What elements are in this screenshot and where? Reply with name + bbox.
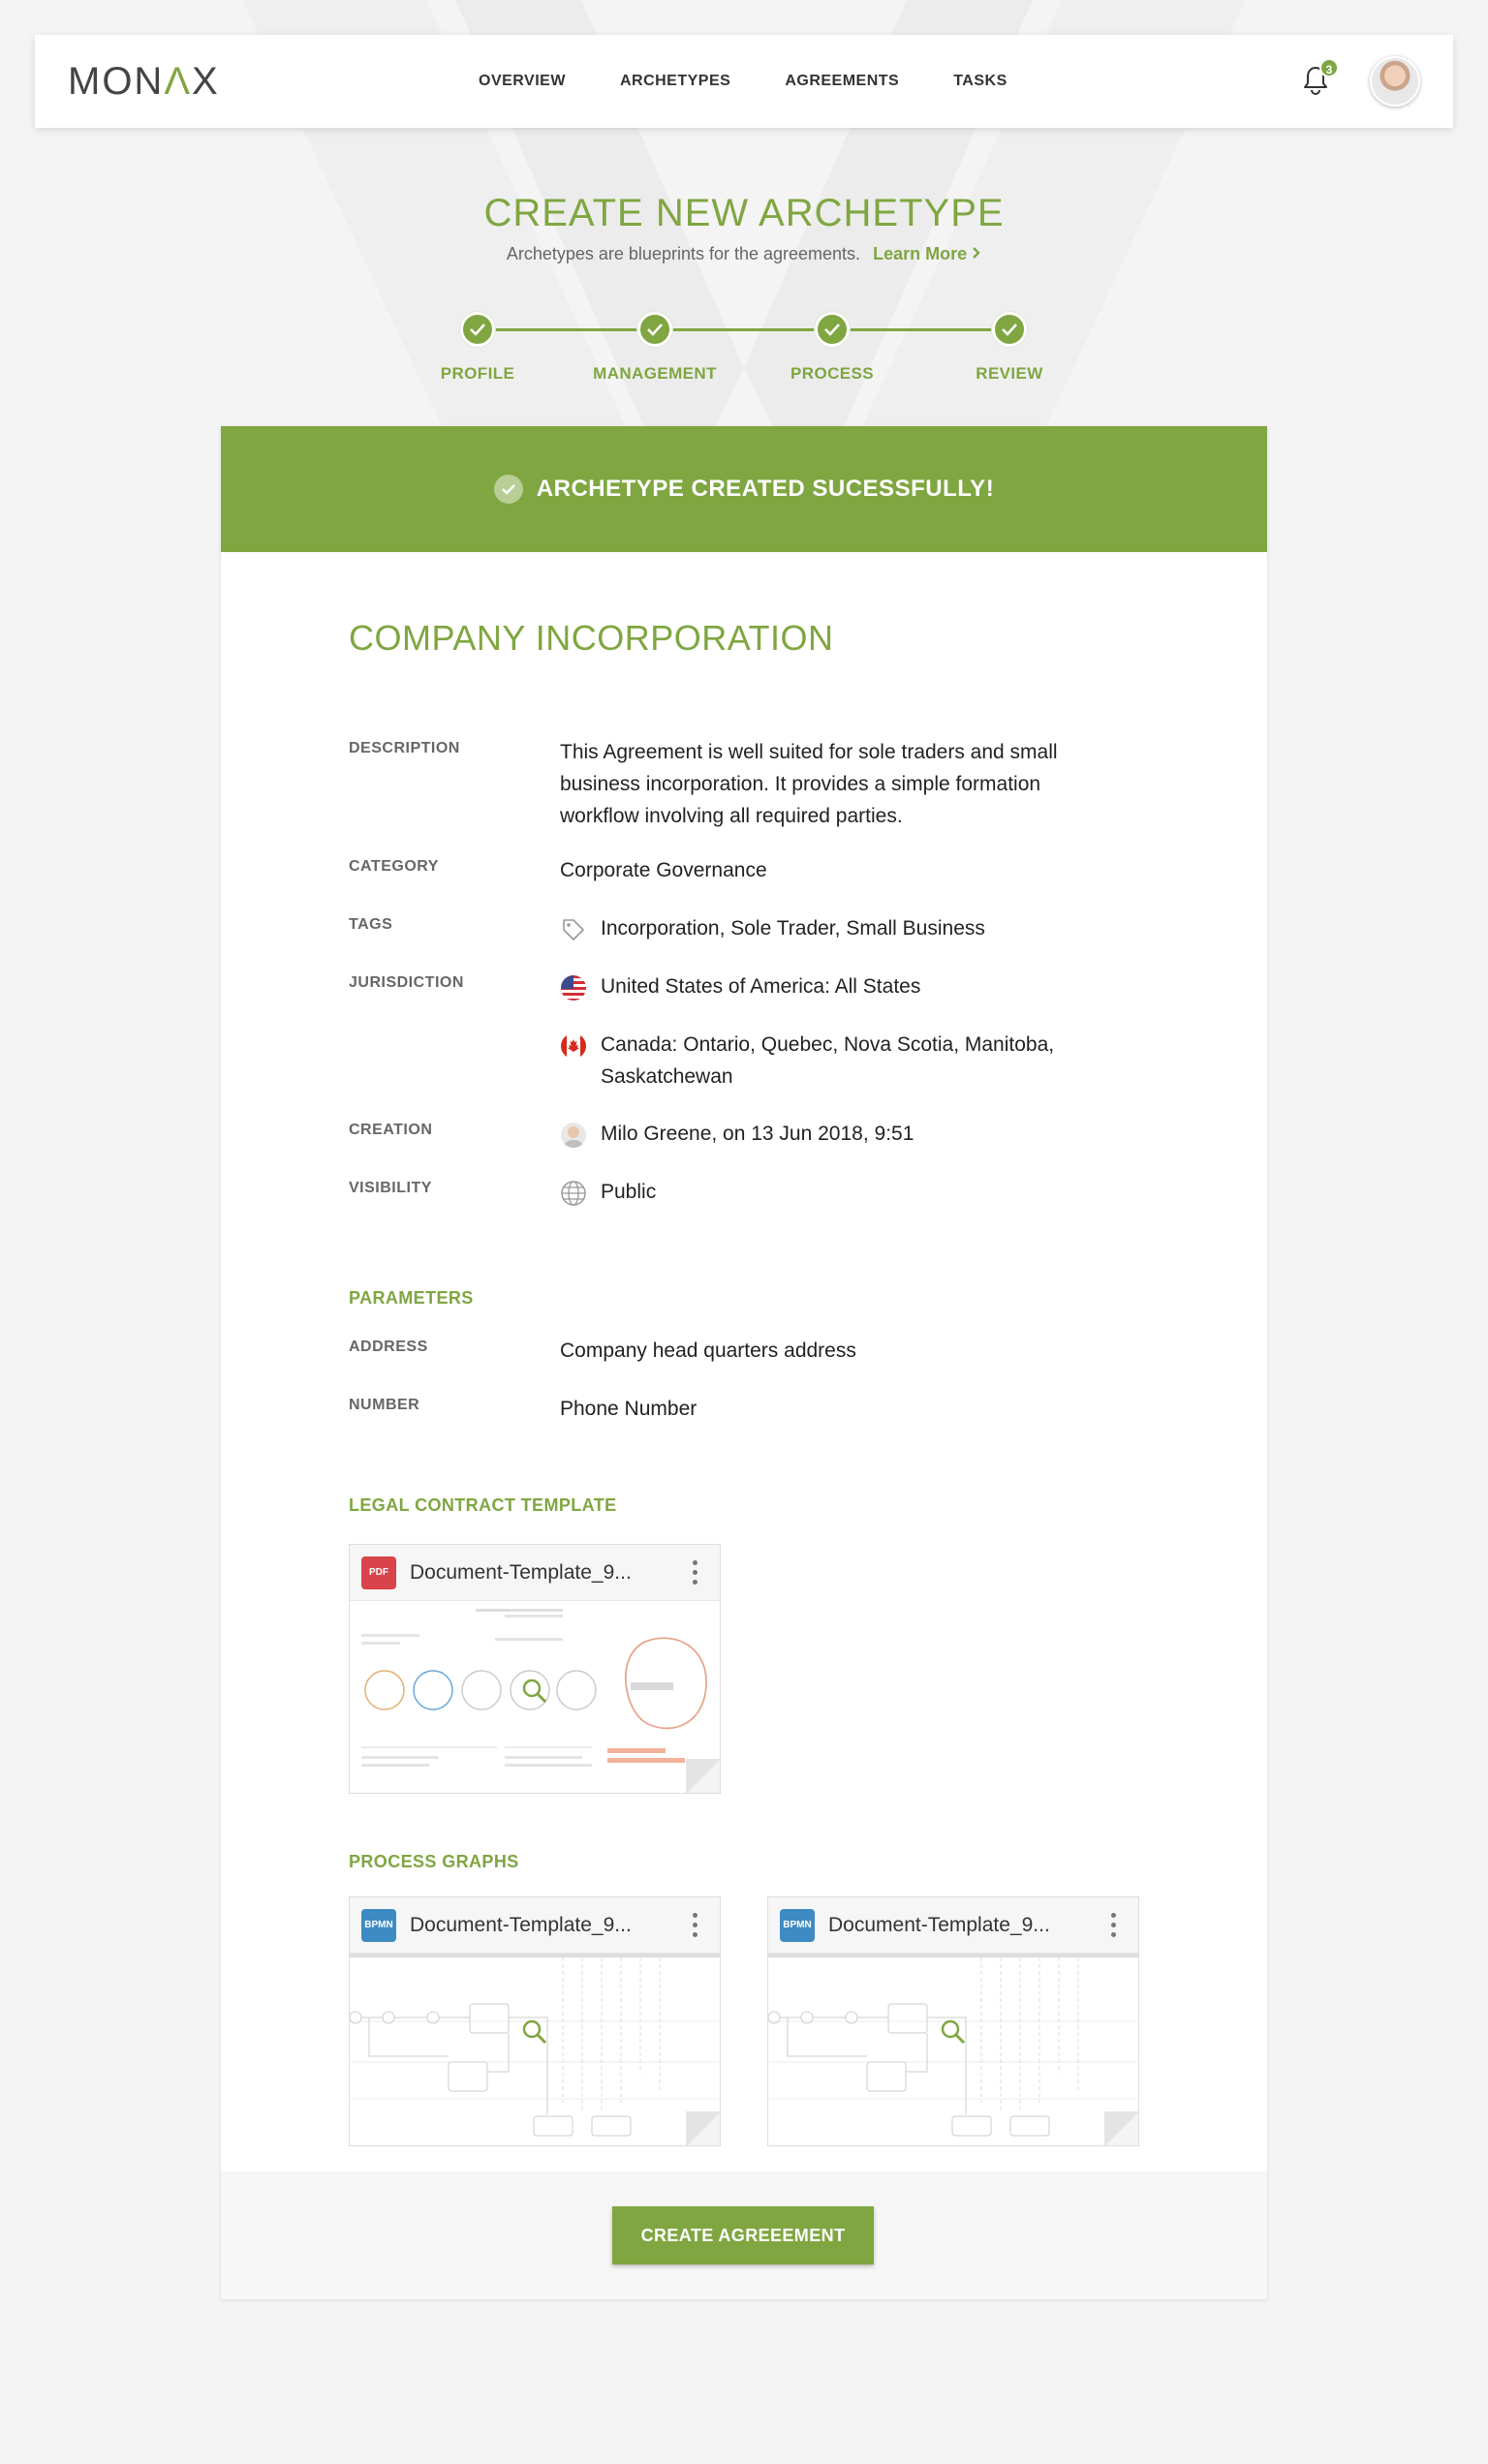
step-profile[interactable]: PROFILE [400, 312, 555, 384]
bpmn-file-icon: BPMN [361, 1908, 396, 1942]
more-options-icon[interactable] [691, 1913, 698, 1940]
page-fold [686, 1759, 720, 1793]
more-options-icon[interactable] [691, 1560, 698, 1587]
process-graphs-heading: PROCESS GRAPHS [349, 1852, 519, 1871]
check-icon [815, 312, 850, 347]
user-avatar[interactable] [1370, 56, 1420, 107]
learn-more-link[interactable]: Learn More [873, 244, 981, 263]
page-subtitle: Archetypes are blueprints for the agreem… [0, 244, 1488, 264]
field-label: ADDRESS [349, 1339, 428, 1355]
field-label: VISIBILITY [349, 1180, 432, 1196]
learn-more-label: Learn More [873, 244, 968, 263]
pdf-preview-thumbnail [361, 1609, 707, 1767]
jurisdiction-row-2: Canada: Ontario, Quebec, Nova Scotia, Ma… [349, 1029, 1143, 1096]
archetype-title: COMPANY INCORPORATION [349, 618, 834, 658]
more-options-icon[interactable] [1109, 1913, 1117, 1940]
process-graph-file-card[interactable]: BPMN Document-Template_9... [767, 1896, 1139, 2146]
tags-value: Incorporation, Sole Trader, Small Busine… [601, 917, 985, 939]
process-graph-file-card[interactable]: BPMN Document-Template_9... [349, 1896, 721, 2146]
check-circle-icon [493, 475, 523, 504]
card-footer: CREATE AGREEEMENT [221, 2171, 1267, 2299]
description-value: This Agreement is well suited for sole t… [560, 741, 1058, 827]
field-label: JURISDICTION [349, 974, 464, 991]
parameters-heading: PARAMETERS [349, 1288, 474, 1308]
file-name: Document-Template_9... [410, 1913, 632, 1936]
bpmn-preview-thumbnail [350, 1954, 720, 2137]
jurisdiction-us-value: United States of America: All States [601, 975, 921, 998]
step-review[interactable]: REVIEW [932, 312, 1087, 384]
subtitle-text: Archetypes are blueprints for the agreem… [506, 244, 861, 263]
page-fold [686, 2111, 720, 2145]
page-title: CREATE NEW ARCHETYPE [483, 192, 1005, 234]
monax-logo[interactable]: MONΛX [68, 60, 220, 104]
step-label: REVIEW [976, 364, 1043, 383]
description-row: DESCRIPTION This Agreement is well suite… [349, 736, 1143, 833]
nav-archetypes[interactable]: ARCHETYPES [620, 73, 730, 90]
number-value: Phone Number [560, 1398, 698, 1420]
bpmn-file-icon: BPMN [780, 1908, 815, 1942]
field-label: DESCRIPTION [349, 740, 460, 756]
top-navigation-bar: MONΛX OVERVIEW ARCHETYPES AGREEMENTS TAS… [35, 35, 1453, 128]
visibility-value: Public [601, 1181, 657, 1203]
jurisdiction-ca-value: Canada: Ontario, Quebec, Nova Scotia, Ma… [601, 1033, 1055, 1088]
step-label: PROFILE [440, 364, 515, 383]
field-label: CREATION [349, 1122, 433, 1138]
file-header: BPMN Document-Template_9... [350, 1897, 720, 1954]
field-label: NUMBER [349, 1397, 420, 1413]
check-icon [992, 312, 1027, 347]
address-value: Company head quarters address [560, 1340, 856, 1362]
bpmn-preview-thumbnail [768, 1954, 1138, 2137]
check-icon [460, 312, 495, 347]
success-banner: ARCHETYPE CREATED SUCESSFULLY! [221, 426, 1267, 552]
check-icon [637, 312, 672, 347]
success-message: ARCHETYPE CREATED SUCESSFULLY! [536, 476, 995, 502]
main-nav: OVERVIEW ARCHETYPES AGREEMENTS TASKS [479, 35, 1062, 128]
step-management[interactable]: MANAGEMENT [577, 312, 732, 384]
file-header: BPMN Document-Template_9... [768, 1897, 1138, 1954]
field-label: CATEGORY [349, 858, 439, 875]
field-label: TAGS [349, 916, 393, 933]
page-fold [1104, 2111, 1138, 2145]
legal-template-heading: LEGAL CONTRACT TEMPLATE [349, 1495, 617, 1515]
nav-tasks[interactable]: TASKS [953, 73, 1008, 90]
create-agreement-button[interactable]: CREATE AGREEEMENT [612, 2206, 874, 2264]
step-process[interactable]: PROCESS [755, 312, 910, 384]
wizard-stepper: PROFILE MANAGEMENT PROCESS REVIEW [0, 312, 1488, 389]
archetype-summary-card: ARCHETYPE CREATED SUCESSFULLY! COMPANY I… [221, 426, 1267, 2299]
legal-template-file-card[interactable]: PDF Document-Template_9... [349, 1544, 721, 1794]
notification-count-badge: 3 [1319, 58, 1339, 77]
chevron-right-icon [973, 247, 980, 259]
step-label: MANAGEMENT [593, 364, 717, 383]
file-name: Document-Template_9... [828, 1913, 1050, 1936]
notifications-button[interactable]: 3 [1300, 58, 1339, 99]
file-name: Document-Template_9... [410, 1560, 632, 1584]
category-value: Corporate Governance [560, 859, 767, 881]
file-header: PDF Document-Template_9... [350, 1545, 720, 1601]
pdf-file-icon: PDF [361, 1555, 396, 1589]
creation-value: Milo Greene, on 13 Jun 2018, 9:51 [601, 1123, 914, 1145]
nav-agreements[interactable]: AGREEMENTS [785, 73, 899, 90]
nav-overview[interactable]: OVERVIEW [479, 73, 566, 90]
step-label: PROCESS [790, 364, 874, 383]
